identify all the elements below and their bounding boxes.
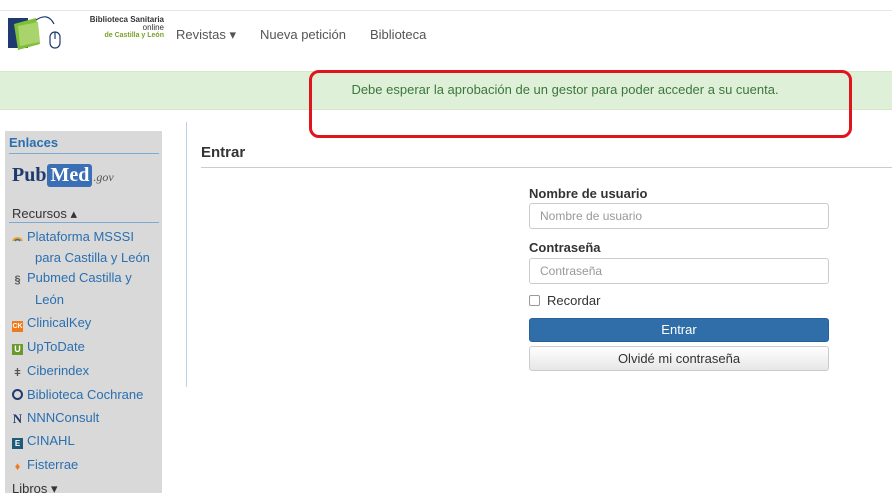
sidebar-item-nnnconsult[interactable]: N NNNConsult [12, 410, 100, 426]
forgot-password-button[interactable]: Olvidé mi contraseña [529, 346, 829, 371]
login-button[interactable]: Entrar [529, 318, 829, 342]
remember-checkbox[interactable] [529, 295, 540, 306]
ck-icon: CK [12, 321, 23, 332]
cinahl-icon: E [12, 438, 23, 449]
sidebar-item-label: Ciberindex [27, 363, 90, 378]
username-input[interactable] [529, 203, 829, 229]
n-icon: N [12, 411, 23, 426]
sidebar-item-cochrane[interactable]: Biblioteca Cochrane [12, 388, 143, 401]
u-icon: U [12, 344, 23, 355]
nav-nueva-peticion[interactable]: Nueva petición [260, 27, 346, 42]
content-divider [186, 122, 187, 387]
ciberindex-icon: ǂ [14, 367, 21, 379]
username-label: Nombre de usuario [529, 186, 648, 201]
sidebar-item-plataforma-msssi[interactable]: Plataforma MSSSI [12, 230, 134, 243]
sidebar-item-label-cont[interactable]: León [35, 292, 64, 307]
nav-revistas-dropdown[interactable]: Revistas ▾ [176, 27, 236, 43]
logo-text: Biblioteca Sanitaria online de Castilla … [72, 16, 164, 40]
password-input[interactable] [529, 258, 829, 284]
sidebar-item-fisterrae[interactable]: ♦ Fisterrae [12, 457, 79, 473]
divider [201, 167, 892, 168]
sidebar-item-label: UpToDate [27, 339, 85, 354]
divider [9, 222, 159, 223]
pubmed-pub: Pub [12, 164, 47, 186]
sidebar-item-ciberindex[interactable]: ǂ Ciberindex [12, 364, 89, 379]
sidebar-item-label: Pubmed Castilla y [27, 270, 132, 285]
rainbow-arc-icon [12, 231, 23, 242]
sidebar-item-cinahl[interactable]: E CINAHL [12, 434, 75, 449]
sidebar-item-label: Fisterrae [27, 457, 79, 472]
sidebar-item-label: Plataforma MSSSI [27, 229, 134, 244]
book-mouse-logo-icon [8, 16, 61, 50]
divider [9, 153, 159, 154]
logo-line-2: online [142, 23, 164, 32]
recursos-toggle[interactable]: Recursos ▴ [12, 206, 77, 222]
nav-biblioteca[interactable]: Biblioteca [370, 27, 426, 42]
sidebar-item-label: CINAHL [27, 433, 75, 448]
logo-line-3: de Castilla y León [104, 32, 164, 39]
sidebar-item-label: ClinicalKey [27, 315, 92, 330]
cochrane-icon [12, 389, 23, 400]
highlight-annotation [309, 70, 852, 138]
sidebar-item-label: NNNConsult [27, 410, 100, 425]
pubmed-med: Med [47, 164, 93, 187]
remember-label[interactable]: Recordar [547, 293, 600, 308]
page-title: Entrar [201, 144, 246, 161]
sidebar-item-label-cont[interactable]: para Castilla y León [35, 250, 150, 265]
password-label: Contraseña [529, 240, 601, 255]
libros-toggle[interactable]: Libros ▾ [12, 481, 58, 497]
sidebar-item-clinicalkey[interactable]: CK ClinicalKey [12, 316, 91, 332]
fisterrae-icon: ♦ [14, 461, 21, 473]
sidebar-item-label: Biblioteca Cochrane [27, 387, 144, 402]
sidebar-item-uptodate[interactable]: U UpToDate [12, 340, 85, 355]
pubmed-gov: .gov [93, 170, 114, 184]
sidebar-item-pubmed-cyl[interactable]: § Pubmed Castilla y [12, 270, 132, 286]
pubmed-logo-link[interactable]: Pub Med .gov [12, 164, 114, 187]
sidebar-heading-enlaces: Enlaces [9, 135, 59, 150]
dna-icon: § [14, 274, 21, 286]
